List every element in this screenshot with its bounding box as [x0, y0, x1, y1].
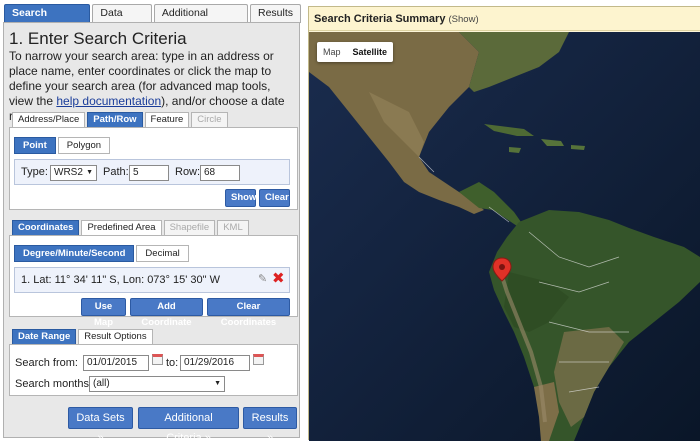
chevron-down-icon: ▼	[214, 380, 221, 387]
path-input[interactable]: 5	[129, 165, 169, 181]
edit-icon[interactable]: ✎	[258, 272, 267, 285]
search-from-label: Search from:	[15, 357, 78, 369]
tab-polygon[interactable]: Polygon	[57, 137, 111, 154]
tab-kml[interactable]: KML	[217, 220, 249, 236]
search-to-input[interactable]: 01/29/2016	[180, 355, 250, 371]
search-panel: Search Criteria Data Sets Additional Cri…	[0, 0, 303, 444]
tab-shapefile[interactable]: Shapefile	[163, 220, 216, 236]
tab-data-sets[interactable]: Data Sets	[92, 4, 152, 36]
point-polygon-tabs: Point Polygon	[14, 137, 112, 154]
clear-path-row-button[interactable]: Clear	[259, 189, 290, 207]
tab-predefined-area[interactable]: Predefined Area	[81, 220, 162, 236]
clear-coordinates-button[interactable]: Clear Coordinates	[207, 298, 290, 328]
search-months-value: (all)	[93, 378, 110, 389]
tab-coordinates[interactable]: Coordinates	[12, 220, 80, 236]
search-to-label: to:	[166, 357, 179, 369]
tab-feature[interactable]: Feature	[144, 112, 190, 128]
tab-degree-minute-second[interactable]: Degree/Minute/Second	[14, 245, 135, 262]
coordinate-tabs: Coordinates Predefined Area Shapefile KM…	[12, 220, 251, 236]
summary-panel: Search Criteria Summary (Show) Map Satel…	[308, 6, 700, 441]
search-months-select[interactable]: (all) ▼	[89, 376, 225, 392]
satellite-imagery	[309, 32, 700, 441]
type-select-value: WRS2	[54, 167, 83, 178]
additional-criteria-button[interactable]: Additional Criteria »	[138, 407, 239, 444]
tab-additional-criteria[interactable]: Additional Criteria	[153, 4, 248, 36]
search-months-label: Search months:	[15, 378, 93, 390]
path-label: Path:	[103, 166, 129, 178]
calendar-icon[interactable]	[253, 354, 264, 365]
type-select[interactable]: WRS2 ▼	[50, 165, 97, 181]
use-map-button[interactable]: Use Map	[81, 298, 126, 328]
chevron-down-icon: ▼	[86, 169, 93, 176]
tab-decimal[interactable]: Decimal	[136, 245, 189, 262]
tab-path-row[interactable]: Path/Row	[87, 112, 143, 128]
date-tabs: Date Range Result Options	[12, 329, 155, 345]
coordinate-format-tabs: Degree/Minute/Second Decimal	[14, 245, 191, 262]
help-documentation-link[interactable]: help documentation	[56, 94, 161, 108]
row-input[interactable]: 68	[200, 165, 240, 181]
row-label: Row:	[175, 166, 201, 178]
add-coordinate-button[interactable]: Add Coordinate	[130, 298, 203, 328]
coordinate-entry: 1. Lat: 11° 34' 11" S, Lon: 073° 15' 30"…	[21, 274, 220, 286]
tab-results[interactable]: Results	[249, 4, 301, 23]
main-tabs: Search Criteria Data Sets Additional Cri…	[4, 4, 303, 36]
type-label: Type:	[21, 166, 48, 178]
calendar-icon[interactable]	[152, 354, 163, 365]
tab-circle[interactable]: Circle	[191, 112, 228, 128]
page-title: 1. Enter Search Criteria	[9, 29, 187, 48]
map-view[interactable]: Map Satellite	[309, 32, 700, 441]
tab-result-options[interactable]: Result Options	[78, 329, 153, 345]
data-sets-button[interactable]: Data Sets »	[68, 407, 133, 444]
tab-point[interactable]: Point	[14, 137, 56, 154]
map-type-map-button[interactable]: Map	[317, 42, 347, 62]
results-button[interactable]: Results »	[243, 407, 297, 444]
delete-icon[interactable]: ✖	[272, 271, 285, 286]
search-from-input[interactable]: 01/01/2015	[83, 355, 149, 371]
summary-title: Search Criteria Summary (Show)	[314, 13, 479, 25]
summary-header: Search Criteria Summary (Show)	[309, 7, 700, 31]
tab-date-range[interactable]: Date Range	[12, 329, 77, 345]
tab-address-place[interactable]: Address/Place	[12, 112, 86, 128]
map-type-satellite-button[interactable]: Satellite	[347, 42, 394, 62]
summary-show-link[interactable]: (Show)	[449, 14, 479, 25]
map-type-control: Map Satellite	[317, 42, 394, 62]
summary-title-text: Search Criteria Summary	[314, 13, 446, 25]
show-button[interactable]: Show	[225, 189, 256, 207]
area-tabs: Address/Place Path/Row Feature Circle	[12, 112, 230, 128]
tab-search-criteria[interactable]: Search Criteria	[4, 4, 91, 36]
